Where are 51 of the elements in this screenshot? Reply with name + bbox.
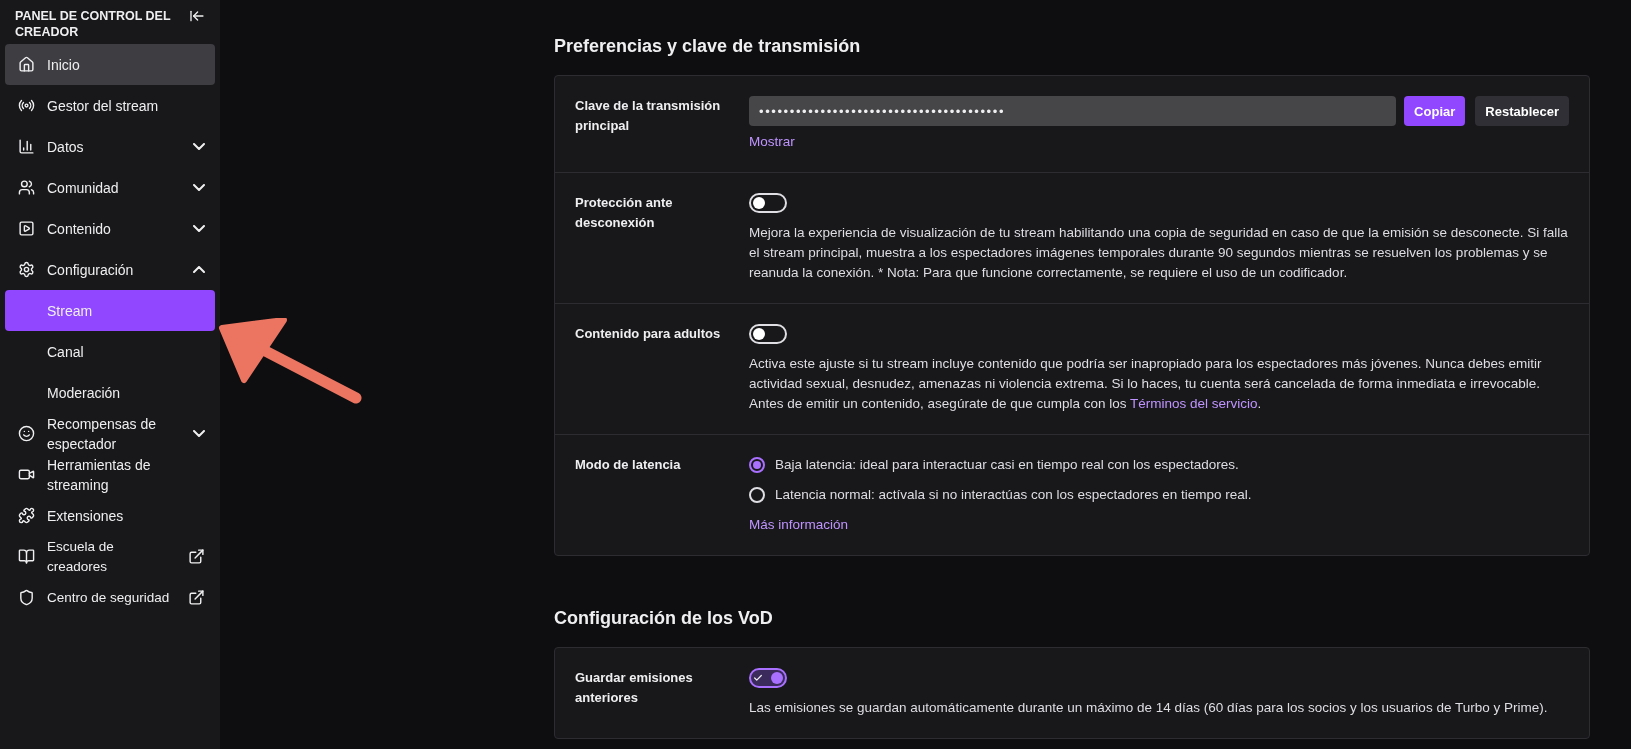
- collapse-icon[interactable]: [189, 8, 205, 24]
- description-text: Mejora la experiencia de visualización de tu stream habilitando una copia de seguridad en caso de que la emisión se desconecte. Si falla el stream principal, muestra a los espectadores imágenes temporales durante 90 segundos mientras se resuelven los problemas y se reanuda la conexión. * Nota: Para que funcione correctamente, se requiere el uso de un codificador.: [749, 224, 1569, 282]
- shield-icon: [18, 589, 35, 606]
- sidebar-item[interactable]: Comunidad: [5, 167, 215, 208]
- stream-key-field[interactable]: ••••••••••••••••••••••••••••••••••••••••: [749, 96, 1397, 126]
- radio-label: Latencia normal: actívala si no interactúas con los espectadores en tiempo real.: [775, 486, 1252, 504]
- sidebar-item[interactable]: Centro de seguridad: [5, 577, 215, 618]
- sidebar-item[interactable]: Datos: [5, 126, 215, 167]
- broadcast-icon: [18, 97, 35, 114]
- sidebar-subitem[interactable]: Canal: [5, 331, 215, 372]
- setting-label: Protección ante desconexión: [575, 194, 674, 232]
- sidebar-title: PANEL DE CONTROL DEL CREADOR: [15, 8, 172, 40]
- video-frame-icon: [18, 220, 35, 237]
- puzzle-icon: [18, 507, 35, 524]
- external-link-icon: [188, 548, 205, 565]
- sidebar-subitem[interactable]: Stream: [5, 290, 215, 331]
- setting-label: Modo de latencia: [575, 456, 682, 474]
- sidebar-item[interactable]: Inicio: [5, 44, 215, 85]
- sidebar-item[interactable]: Contenido: [5, 208, 215, 249]
- section-heading: Configuración de los VoD: [554, 608, 774, 629]
- chart-icon: [18, 138, 35, 155]
- sidebar-item[interactable]: Configuración: [5, 249, 215, 290]
- setting-label: Guardar emisiones anteriores: [575, 669, 694, 707]
- home-icon: [18, 56, 35, 73]
- description-text: Las emisiones se guardan automáticamente durante un máximo de 14 días (60 días para los socios y los usuarios de Turbo y Prime).: [749, 699, 1549, 717]
- copy-button[interactable]: Copiar: [1404, 96, 1466, 126]
- radio-label: Baja latencia: ideal para interactuar casi en tiempo real con los espectadores.: [775, 456, 1239, 474]
- setting-label: Clave de la transmisión principal: [575, 97, 722, 135]
- more-info-link[interactable]: Más información: [749, 517, 849, 532]
- description-text: Activa este ajuste si tu stream incluye contenido que podría ser inapropiado para los espectadores más jóvenes. Nunca debes emitir actividad sexual, desnudez, amenazas ni violencia extrema. Si lo haces, tu cuenta será cancelada de forma inmediata e irrevocable. Antes de emitir un contenido, asegúrate de que cumpla con los Términos del servicio.: [749, 355, 1543, 413]
- show-link[interactable]: Mostrar: [749, 134, 795, 149]
- smiley-icon: [18, 425, 35, 442]
- toggle-switch[interactable]: [749, 668, 787, 688]
- settings-icon: [18, 261, 35, 278]
- sidebar-subitem[interactable]: Moderación: [5, 372, 215, 413]
- setting-label: Contenido para adultos: [575, 325, 722, 343]
- terms-link[interactable]: Términos del servicio: [1130, 396, 1258, 411]
- radio-option[interactable]: Latencia normal: actívala si no interactúas con los espectadores en tiempo real.: [749, 485, 1569, 505]
- section-heading: Preferencias y clave de transmisión: [554, 36, 862, 57]
- external-link-icon: [188, 589, 205, 606]
- sidebar-item[interactable]: Gestor del stream: [5, 85, 215, 126]
- radio-button[interactable]: [749, 457, 765, 473]
- reset-button[interactable]: Restablecer: [1475, 96, 1569, 126]
- people-icon: [18, 179, 35, 196]
- check-icon: [753, 673, 763, 683]
- sidebar-item[interactable]: Escuela de creadores: [5, 536, 215, 577]
- sidebar-item[interactable]: Recompensas de espectador: [5, 413, 215, 454]
- radio-option[interactable]: Baja latencia: ideal para interactuar casi en tiempo real con los espectadores.: [749, 455, 1569, 475]
- book-icon: [18, 548, 35, 565]
- sidebar-item[interactable]: Extensiones: [5, 495, 215, 536]
- sidebar-item[interactable]: Herramientas de streaming: [5, 454, 215, 495]
